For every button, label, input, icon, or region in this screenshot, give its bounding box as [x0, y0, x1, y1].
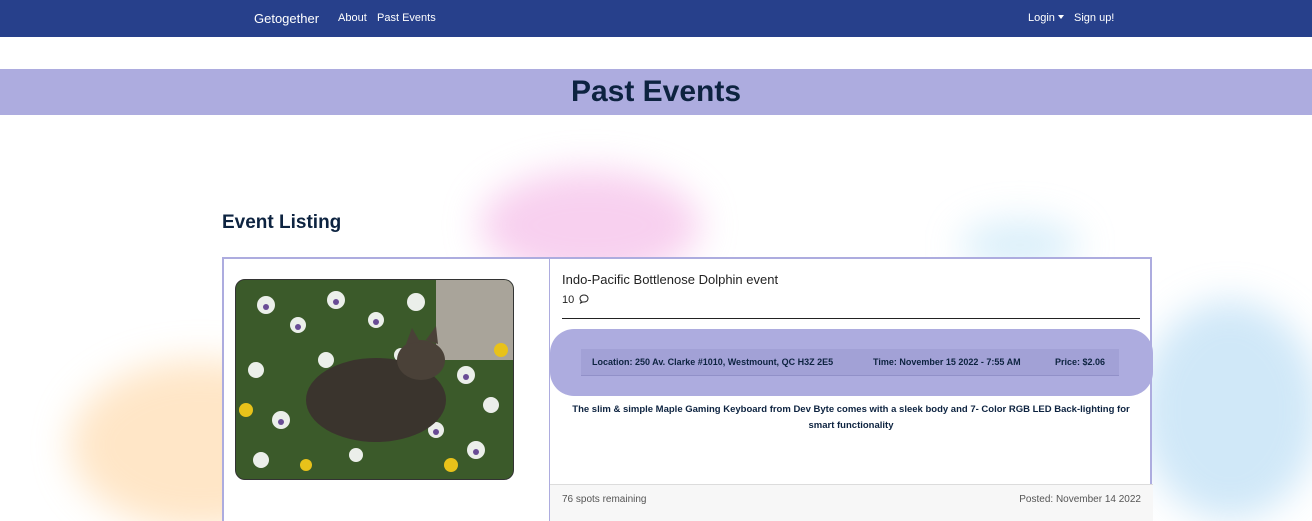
nav-about-link[interactable]: About [338, 12, 367, 24]
event-image [235, 279, 514, 480]
posted-date: Posted: November 14 2022 [1019, 494, 1141, 505]
event-card[interactable]: Indo-Pacific Bottlenose Dolphin event 10… [222, 257, 1153, 521]
divider [562, 318, 1140, 319]
event-body: Indo-Pacific Bottlenose Dolphin event 10… [549, 259, 1153, 521]
login-label: Login [1028, 12, 1055, 24]
event-time: Time: November 15 2022 - 7:55 AM [873, 357, 1021, 367]
decorative-blob [1140, 300, 1312, 520]
event-card-footer: 76 spots remaining Posted: November 14 2… [550, 484, 1153, 521]
event-price: Price: $2.06 [1055, 357, 1106, 367]
spots-remaining: 76 spots remaining [562, 494, 647, 505]
comment-icon [579, 294, 589, 304]
brand-link[interactable]: Getogether [254, 11, 319, 26]
section-heading: Event Listing [222, 212, 342, 233]
caret-down-icon [1057, 15, 1064, 19]
page-title: Past Events [570, 75, 742, 108]
event-description: The slim & simple Maple Gaming Keyboard … [572, 404, 1130, 431]
comment-count[interactable]: 10 [562, 294, 589, 306]
page-banner: Past Events [0, 69, 1312, 115]
navbar: Getogether About Past Events Login Sign … [0, 0, 1312, 37]
signup-link[interactable]: Sign up! [1074, 12, 1114, 24]
login-dropdown[interactable]: Login [1028, 12, 1064, 24]
event-title[interactable]: Indo-Pacific Bottlenose Dolphin event [562, 272, 778, 287]
event-info-bar: Location: 250 Av. Clarke #1010, Westmoun… [581, 349, 1119, 376]
event-info-band: Location: 250 Av. Clarke #1010, Westmoun… [550, 329, 1153, 396]
comment-count-value: 10 [562, 294, 575, 306]
event-location: Location: 250 Av. Clarke #1010, Westmoun… [592, 357, 834, 367]
nav-past-events-link[interactable]: Past Events [377, 12, 436, 24]
